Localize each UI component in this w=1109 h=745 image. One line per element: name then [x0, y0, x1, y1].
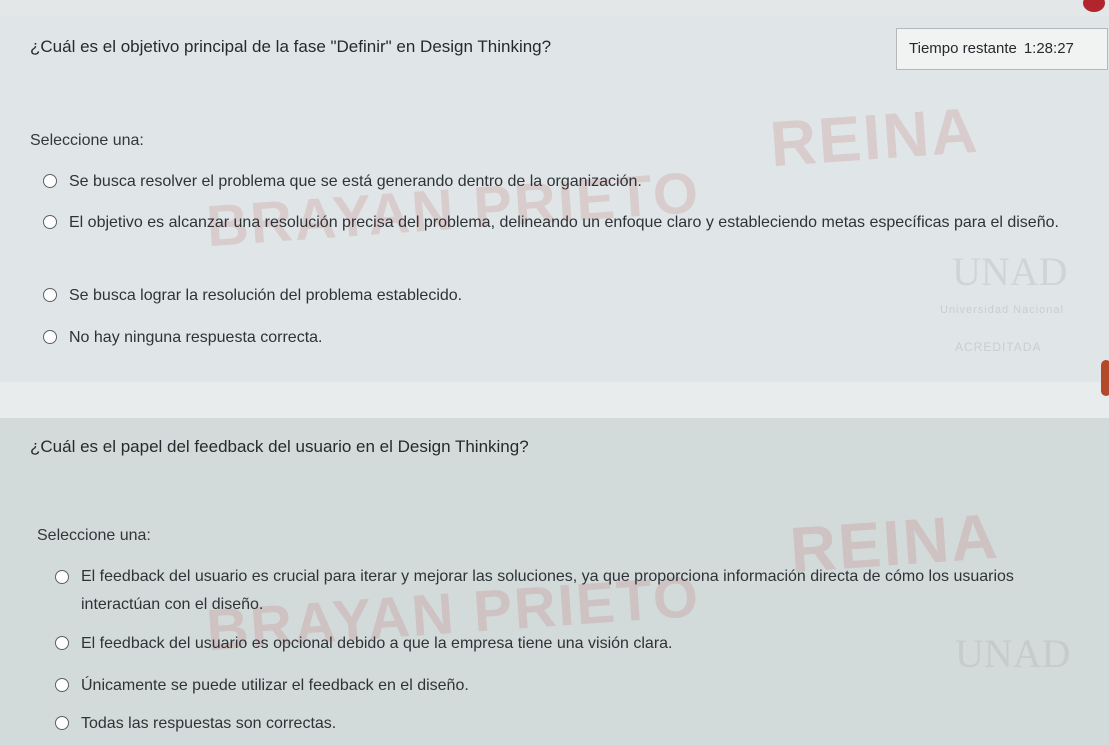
- option-text: El feedback del usuario es opcional debi…: [81, 635, 673, 652]
- radio-button[interactable]: [43, 288, 57, 302]
- question-1-option-4[interactable]: No hay ninguna respuesta correcta.: [43, 326, 1093, 349]
- option-text: No hay ninguna respuesta correcta.: [69, 329, 323, 346]
- radio-button[interactable]: [55, 636, 69, 650]
- question-2-option-3[interactable]: Únicamente se puede utilizar el feedback…: [55, 674, 1090, 697]
- radio-button[interactable]: [55, 716, 69, 730]
- question-2-text: ¿Cuál es el papel del feedback del usuar…: [30, 437, 529, 456]
- option-text: Únicamente se puede utilizar el feedback…: [81, 677, 469, 694]
- timer-label: Tiempo restante: [909, 40, 1017, 57]
- watermark-text-top: REINA: [767, 93, 982, 181]
- question-2-option-2[interactable]: El feedback del usuario es opcional debi…: [55, 632, 1090, 655]
- radio-button[interactable]: [43, 330, 57, 344]
- option-text: Se busca lograr la resolución del proble…: [69, 287, 463, 304]
- question-2-option-1[interactable]: El feedback del usuario es crucial para …: [55, 566, 1090, 619]
- option-text: Todas las respuestas son correctas.: [81, 715, 337, 732]
- question-1-option-2[interactable]: El objetivo es alcanzar una resolución p…: [43, 211, 1095, 237]
- question-1-select-label: Seleccione una:: [30, 132, 144, 149]
- option-text: Se busca resolver el problema que se est…: [69, 173, 642, 190]
- timer-value: 1:28:27: [1023, 40, 1074, 57]
- option-text: El feedback del usuario es crucial para …: [81, 568, 1014, 613]
- time-remaining-box: Tiempo restante 1:28:27: [896, 28, 1108, 70]
- radio-button[interactable]: [43, 174, 57, 188]
- question-2-option-4[interactable]: Todas las respuestas son correctas.: [55, 712, 1090, 735]
- question-1-text: ¿Cuál es el objetivo principal de la fas…: [30, 37, 552, 56]
- top-bar: [0, 0, 1109, 16]
- radio-button[interactable]: [55, 678, 69, 692]
- radio-button[interactable]: [43, 215, 57, 229]
- radio-button[interactable]: [55, 570, 69, 584]
- question-1-option-1[interactable]: Se busca resolver el problema que se est…: [43, 170, 1093, 193]
- question-separator: [0, 382, 1109, 418]
- scroll-edge-marker: [1101, 360, 1109, 396]
- question-1-option-3[interactable]: Se busca lograr la resolución del proble…: [43, 284, 1093, 307]
- option-text: El objetivo es alcanzar una resolución p…: [69, 214, 1059, 231]
- question-2-select-label: Seleccione una:: [37, 527, 151, 544]
